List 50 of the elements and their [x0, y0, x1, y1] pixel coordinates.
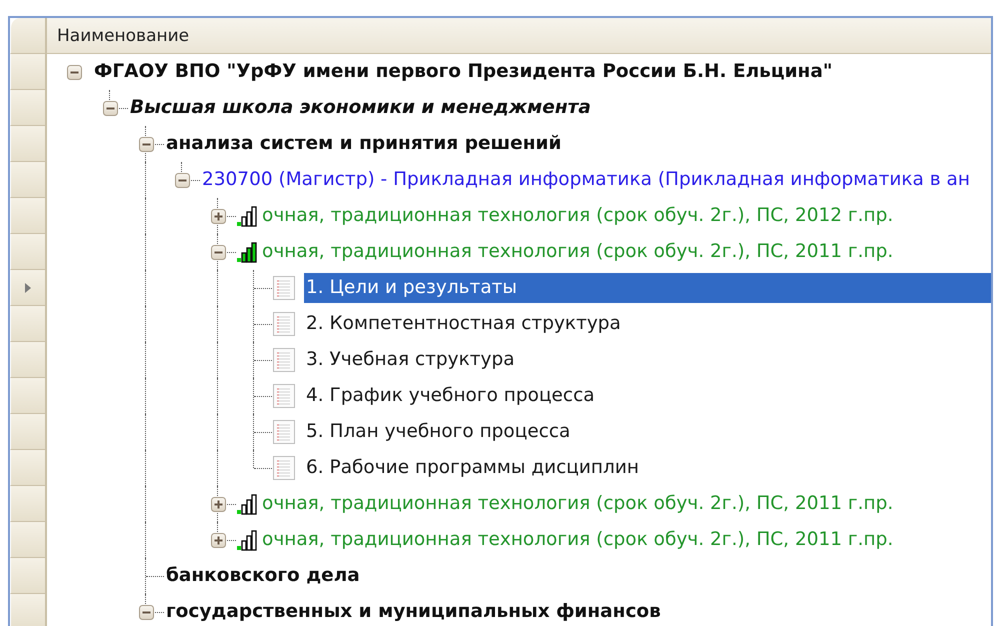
expand-toggle[interactable]: [210, 532, 226, 548]
tree-item[interactable]: ФГАОУ ВПО "УрФУ имени первого Президента России Б.Н. Ельцина": [92, 57, 836, 87]
row-header[interactable]: [10, 414, 47, 450]
document-icon: [272, 383, 296, 409]
tree-item[interactable]: 4. График учебного процесса: [304, 381, 599, 411]
document-icon: [272, 347, 296, 373]
tree-item[interactable]: Высшая школа экономики и менеджмента: [128, 93, 595, 123]
document-icon: [272, 419, 296, 445]
tree-item[interactable]: 6. Рабочие программы дисциплин: [304, 453, 643, 483]
tree-item[interactable]: очная, традиционная технология (срок обуч. 2г.), ПС, 2011 г.пр.: [260, 525, 898, 555]
row-header[interactable]: [10, 342, 47, 378]
tree-item[interactable]: 230700 (Магистр) - Прикладная информатика (Прикладная информатика в ан: [200, 165, 974, 195]
tree-item[interactable]: очная, традиционная технология (срок обуч. 2г.), ПС, 2011 г.пр.: [260, 237, 898, 267]
tree-item[interactable]: 3. Учебная структура: [304, 345, 519, 375]
row-header[interactable]: [10, 450, 47, 486]
row-header[interactable]: [10, 198, 47, 234]
tree-item[interactable]: очная, традиционная технология (срок обуч. 2г.), ПС, 2011 г.пр.: [260, 489, 898, 519]
tree-item[interactable]: банковского дела: [164, 561, 364, 591]
tree-item[interactable]: 2. Компетентностная структура: [304, 309, 625, 339]
document-icon: [272, 455, 296, 481]
row-header[interactable]: [10, 234, 47, 270]
column-header[interactable]: Наименование: [47, 18, 991, 54]
row-header[interactable]: [10, 522, 47, 558]
expand-toggle[interactable]: [210, 208, 226, 224]
expand-toggle[interactable]: [210, 496, 226, 512]
row-header[interactable]: [10, 486, 47, 522]
row-header[interactable]: [10, 54, 47, 90]
document-icon: [272, 311, 296, 337]
tree-item[interactable]: 5. План учебного процесса: [304, 417, 574, 447]
collapse-toggle[interactable]: [66, 64, 82, 80]
collapse-toggle[interactable]: [174, 172, 190, 188]
tree-item[interactable]: государственных и муниципальных финансов: [164, 597, 665, 626]
collapse-toggle[interactable]: [138, 136, 154, 152]
document-icon: [272, 275, 296, 301]
tree-item[interactable]: очная, традиционная технология (срок обуч. 2г.), ПС, 2012 г.пр.: [260, 201, 898, 231]
tree-item[interactable]: анализа систем и принятия решений: [164, 129, 566, 159]
row-header[interactable]: [10, 270, 47, 306]
tree-item[interactable]: 1. Цели и результаты: [304, 273, 991, 303]
row-header: [10, 18, 47, 54]
collapse-toggle[interactable]: [102, 100, 118, 116]
row-header[interactable]: [10, 378, 47, 414]
row-header[interactable]: [10, 594, 47, 626]
current-row-icon: [24, 282, 32, 292]
row-header[interactable]: [10, 90, 47, 126]
collapse-toggle[interactable]: [138, 604, 154, 620]
collapse-toggle[interactable]: [210, 244, 226, 260]
row-header[interactable]: [10, 162, 47, 198]
row-header[interactable]: [10, 558, 47, 594]
row-header[interactable]: [10, 306, 47, 342]
row-header[interactable]: [10, 126, 47, 162]
